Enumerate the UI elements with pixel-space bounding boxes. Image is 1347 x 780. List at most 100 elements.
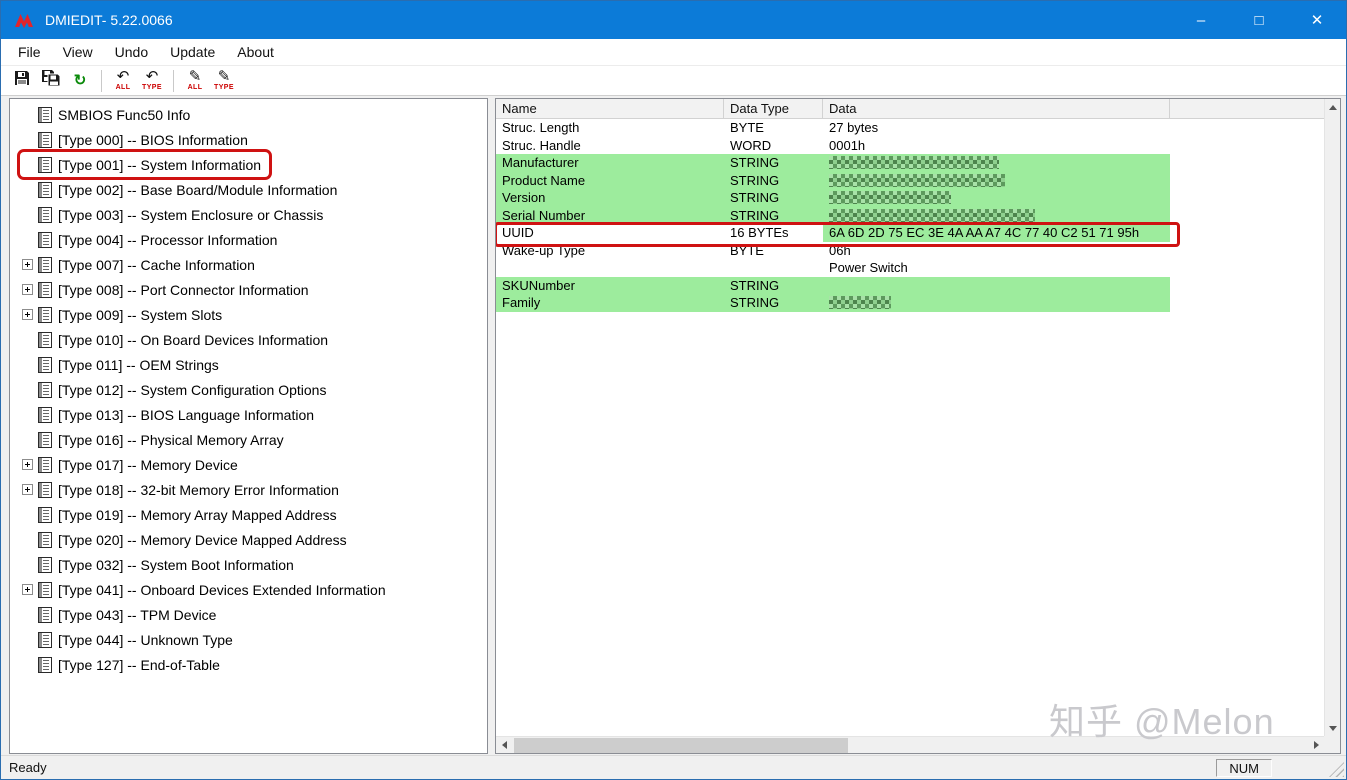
horizontal-scrollbar[interactable] xyxy=(496,736,1324,753)
tree-item[interactable]: [Type 017] -- Memory Device xyxy=(20,452,246,477)
smbios-type-icon xyxy=(38,281,52,298)
resize-grip[interactable] xyxy=(1329,762,1344,777)
floppy-multi-icon xyxy=(41,69,61,92)
menu-update[interactable]: Update xyxy=(159,44,226,60)
expand-icon[interactable] xyxy=(22,484,33,495)
tree-item[interactable]: [Type 003] -- System Enclosure or Chassi… xyxy=(20,202,331,227)
undo-type-button[interactable]: ↶ TYPE xyxy=(139,67,165,94)
smbios-type-icon xyxy=(38,181,52,198)
tree-item[interactable]: [Type 009] -- System Slots xyxy=(20,302,230,327)
tree-item-label: [Type 009] -- System Slots xyxy=(58,306,223,323)
cell-datatype: 16 BYTEs xyxy=(730,225,789,240)
titlebar: DMIEDIT- 5.22.0066 – □ ✕ xyxy=(1,1,1346,39)
tree-item[interactable]: [Type 011] -- OEM Strings xyxy=(20,352,227,377)
cell-datatype: STRING xyxy=(724,171,823,189)
hscroll-thumb[interactable] xyxy=(514,738,849,753)
tree-item[interactable]: [Type 008] -- Port Connector Information xyxy=(20,277,317,302)
cell-filler xyxy=(1170,154,1324,172)
undo-arrow-icon: ↶ xyxy=(116,67,130,85)
update-all-button[interactable]: ✎ ALL xyxy=(182,67,208,94)
window-title: DMIEDIT- 5.22.0066 xyxy=(45,12,173,28)
refresh-button[interactable]: ↻ xyxy=(67,67,93,94)
cell-filler xyxy=(1170,294,1324,312)
tree-item[interactable]: [Type 001] -- System Information xyxy=(20,152,269,177)
column-header-data[interactable]: Data xyxy=(823,99,1170,119)
table-row[interactable]: Power Switch xyxy=(496,259,1324,277)
tree-item[interactable]: [Type 002] -- Base Board/Module Informat… xyxy=(20,177,345,202)
menu-file[interactable]: File xyxy=(7,44,52,60)
undo-arrow-icon: ↶ xyxy=(145,67,159,85)
expand-icon[interactable] xyxy=(22,584,33,595)
cell-name: Product Name xyxy=(496,171,724,189)
table-row[interactable]: Family STRING xyxy=(496,294,1324,312)
cell-data: 27 bytes xyxy=(829,120,879,135)
undo-all-button[interactable]: ↶ ALL xyxy=(110,67,136,94)
tree-item-label: [Type 001] -- System Information xyxy=(58,156,262,173)
close-button[interactable]: ✕ xyxy=(1288,1,1346,39)
scroll-right-arrow[interactable] xyxy=(1308,737,1324,753)
status-text: Ready xyxy=(9,760,47,775)
num-lock-indicator: NUM xyxy=(1216,758,1272,777)
tree-root-item[interactable]: SMBIOS Func50 Info xyxy=(20,102,198,127)
expand-icon[interactable] xyxy=(22,309,33,320)
tree-item-label: [Type 016] -- Physical Memory Array xyxy=(58,431,284,448)
tree-item[interactable]: [Type 018] -- 32-bit Memory Error Inform… xyxy=(20,477,347,502)
tree-item-label: [Type 017] -- Memory Device xyxy=(58,456,238,473)
smbios-type-icon xyxy=(38,506,52,523)
minimize-button[interactable]: – xyxy=(1172,1,1230,39)
expand-icon[interactable] xyxy=(22,259,33,270)
window-controls: – □ ✕ xyxy=(1172,1,1346,39)
tree-item-label: [Type 008] -- Port Connector Information xyxy=(58,281,309,298)
scroll-up-arrow[interactable] xyxy=(1325,99,1341,115)
tree-item[interactable]: [Type 032] -- System Boot Information xyxy=(20,552,302,577)
table-row[interactable]: Manufacturer STRING xyxy=(496,154,1324,172)
save-button[interactable] xyxy=(9,67,35,94)
column-header-datatype[interactable]: Data Type xyxy=(724,99,823,119)
update-type-button[interactable]: ✎ TYPE xyxy=(211,67,237,94)
tree-item[interactable]: [Type 044] -- Unknown Type xyxy=(20,627,241,652)
save-all-button[interactable] xyxy=(38,67,64,94)
tree-item[interactable]: [Type 012] -- System Configuration Optio… xyxy=(20,377,334,402)
tree-item[interactable]: [Type 127] -- End-of-Table xyxy=(20,652,228,677)
cell-filler xyxy=(1170,259,1324,277)
table-row[interactable]: Version STRING xyxy=(496,189,1324,207)
tree-item[interactable]: [Type 041] -- Onboard Devices Extended I… xyxy=(20,577,394,602)
expand-icon[interactable] xyxy=(22,284,33,295)
cell-name: Version xyxy=(496,189,724,207)
cell-filler xyxy=(1170,224,1324,242)
tree-item-label: [Type 018] -- 32-bit Memory Error Inform… xyxy=(58,481,339,498)
menu-undo[interactable]: Undo xyxy=(104,44,159,60)
table-row[interactable]: Product Name STRING xyxy=(496,171,1324,190)
scroll-left-arrow[interactable] xyxy=(496,737,512,753)
tree-item[interactable]: [Type 020] -- Memory Device Mapped Addre… xyxy=(20,527,355,552)
tree-item[interactable]: [Type 007] -- Cache Information xyxy=(20,252,263,277)
toolbar-separator xyxy=(101,69,102,92)
table-row[interactable]: Serial Number STRING xyxy=(496,206,1324,224)
table-row[interactable]: Struc. Handle WORD 0001h xyxy=(496,137,1324,155)
tree-item[interactable]: [Type 000] -- BIOS Information xyxy=(20,127,256,152)
column-header-name[interactable]: Name xyxy=(496,99,724,119)
cell-filler xyxy=(1170,242,1324,260)
scroll-down-arrow[interactable] xyxy=(1325,720,1341,736)
cell-filler xyxy=(1170,172,1324,190)
table-row[interactable]: Wake-up Type BYTE 06h xyxy=(496,242,1324,260)
menu-about[interactable]: About xyxy=(226,44,285,60)
table-row[interactable]: Struc. Length BYTE 27 bytes xyxy=(496,119,1324,137)
table-row[interactable]: SKUNumber STRING xyxy=(496,276,1324,294)
column-header-filler xyxy=(1170,99,1324,119)
tree-item-label: [Type 020] -- Memory Device Mapped Addre… xyxy=(58,531,347,548)
vertical-scrollbar[interactable] xyxy=(1324,99,1340,736)
cell-name: Wake-up Type xyxy=(502,242,586,258)
cell-datatype: WORD xyxy=(730,137,772,153)
expand-icon[interactable] xyxy=(22,459,33,470)
tree-item[interactable]: [Type 004] -- Processor Information xyxy=(20,227,285,252)
tree-item[interactable]: [Type 016] -- Physical Memory Array xyxy=(20,427,292,452)
tree-item[interactable]: [Type 019] -- Memory Array Mapped Addres… xyxy=(20,502,345,527)
tree-item[interactable]: [Type 010] -- On Board Devices Informati… xyxy=(20,327,336,352)
menu-view[interactable]: View xyxy=(52,44,104,60)
tree-item[interactable]: [Type 013] -- BIOS Language Information xyxy=(20,402,322,427)
tree-item[interactable]: [Type 043] -- TPM Device xyxy=(20,602,224,627)
hscroll-track[interactable] xyxy=(512,737,1308,753)
table-row[interactable]: UUID 16 BYTEs 6A 6D 2D 75 EC 3E 4A AA A7… xyxy=(496,222,1324,247)
maximize-button[interactable]: □ xyxy=(1230,1,1288,39)
